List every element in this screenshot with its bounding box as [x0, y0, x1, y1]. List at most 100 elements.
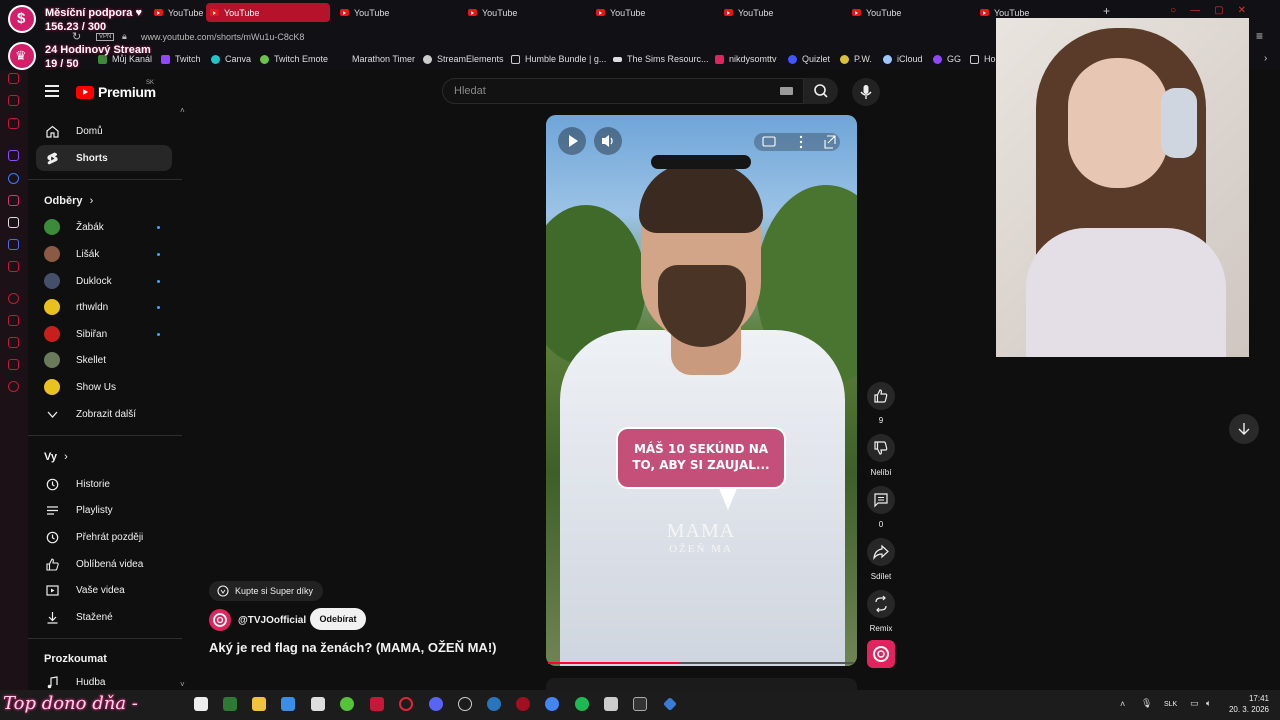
browser-tab[interactable]: YouTube — [720, 3, 773, 22]
sidebar-channel[interactable]: Skellet — [36, 347, 172, 373]
rail-app-icon[interactable] — [8, 293, 19, 304]
sidebar-item-watch-later[interactable]: Přehrát později — [36, 524, 172, 550]
folder-icon[interactable] — [252, 697, 266, 711]
system-clock[interactable]: 17:41 20. 3. 2026 — [1225, 694, 1269, 716]
like-action[interactable]: 9 — [867, 382, 895, 425]
speaker-icon[interactable]: 🔈︎ — [1206, 698, 1211, 709]
next-short-preview[interactable] — [546, 678, 857, 690]
youtube-premium-logo[interactable]: Premium SK — [76, 80, 156, 100]
shorts-video-player[interactable]: MÁŠ 10 SEKÚND NA TO, ABY SI ZAUJAL... MA… — [546, 115, 857, 666]
you-heading[interactable]: Vy › — [44, 451, 68, 463]
bookmark-item[interactable]: P.W. — [840, 54, 872, 64]
bookmark-item[interactable]: Twitch — [161, 54, 201, 64]
discord-icon[interactable] — [8, 239, 19, 250]
bookmarks-more-icon[interactable]: › — [1264, 53, 1267, 64]
file-icon[interactable] — [194, 697, 208, 711]
microphone-icon[interactable]: 🎙︎ — [1141, 698, 1152, 709]
twitch-icon[interactable] — [8, 150, 19, 161]
dislike-action[interactable]: Nelíbí — [867, 434, 895, 477]
bookmark-item[interactable]: The Sims Resourc... — [613, 54, 709, 64]
taskbar-app-icon[interactable] — [458, 697, 472, 711]
volume-button[interactable] — [594, 127, 622, 155]
channel-name[interactable]: @TVJOofficial — [238, 615, 306, 626]
taskbar-app-icon[interactable] — [311, 697, 325, 711]
subscribe-button[interactable]: Odebírat — [310, 608, 366, 630]
browser-tab-active[interactable]: YouTube — [206, 3, 330, 22]
taskbar-app-icon[interactable] — [370, 697, 384, 711]
channel-avatar[interactable] — [209, 609, 231, 631]
taskbar-app-icon[interactable] — [604, 697, 618, 711]
sound-source-button[interactable] — [867, 640, 895, 668]
rail-app-icon[interactable] — [8, 359, 19, 370]
search-tabs-icon[interactable]: ○ — [1170, 5, 1176, 16]
search-box[interactable] — [442, 78, 804, 104]
opera-gx-icon[interactable] — [399, 697, 413, 711]
share-action[interactable]: Sdílet — [867, 538, 895, 581]
bookmark-item[interactable]: iCloud — [883, 54, 923, 64]
minimize-icon[interactable]: — — [1190, 5, 1200, 16]
instagram-icon[interactable] — [8, 195, 19, 206]
sidebar-scroll-down-icon[interactable]: ˅ — [180, 680, 185, 689]
browser-tab[interactable]: YouTube — [464, 3, 517, 22]
spotify-icon[interactable] — [575, 697, 589, 711]
sidebar-scroll-up-icon[interactable]: ˄ — [180, 106, 185, 115]
menu-hamburger-icon[interactable] — [45, 85, 59, 97]
rail-app-icon[interactable] — [8, 73, 19, 84]
remix-button[interactable] — [867, 590, 895, 618]
sidebar-channel[interactable]: Show Us — [36, 374, 172, 400]
voice-search-button[interactable] — [852, 78, 880, 106]
discord-icon[interactable] — [429, 697, 443, 711]
search-input[interactable] — [443, 79, 803, 103]
messenger-icon[interactable] — [8, 173, 19, 184]
youtube-icon[interactable] — [8, 261, 19, 272]
browser-tab[interactable]: YouTube — [150, 3, 203, 22]
rail-app-icon[interactable] — [8, 95, 19, 106]
bookmark-item[interactable]: StreamElements — [423, 54, 504, 64]
settings-gear-icon[interactable] — [8, 381, 19, 392]
bookmark-item[interactable]: Canva — [211, 54, 251, 64]
bookmark-item[interactable]: nikdysomttv — [715, 54, 777, 64]
like-button[interactable] — [867, 382, 895, 410]
sidebar-channel[interactable]: Duklock — [36, 268, 172, 294]
comments-action[interactable]: 0 — [867, 486, 895, 529]
new-tab-plus-icon[interactable]: + — [1103, 4, 1110, 18]
sidebar-channel[interactable]: Lišák — [36, 241, 172, 267]
sidebar-item-liked[interactable]: Oblíbená videa — [36, 551, 172, 577]
browser-tab[interactable]: YouTube — [592, 3, 645, 22]
terminal-icon[interactable] — [633, 697, 647, 711]
sidebar-item-your-videos[interactable]: Vaše videa — [36, 577, 172, 603]
show-more-button[interactable]: Zobrazit další — [36, 401, 172, 427]
bookmark-item[interactable]: Humble Bundle | g... — [511, 54, 606, 64]
super-thanks-button[interactable]: Kupte si Super díky — [209, 581, 324, 601]
browser-tab[interactable]: YouTube — [848, 3, 901, 22]
x-icon[interactable] — [8, 217, 19, 228]
comments-button[interactable] — [867, 486, 895, 514]
next-short-button[interactable] — [1229, 414, 1259, 444]
sidebar-item-downloads[interactable]: Stažené — [36, 604, 172, 630]
maximize-icon[interactable]: ▢ — [1214, 5, 1223, 16]
search-button[interactable] — [804, 78, 838, 104]
dislike-button[interactable] — [867, 434, 895, 462]
browser-tab[interactable]: YouTube — [336, 3, 389, 22]
close-icon[interactable]: ✕ — [1238, 5, 1246, 16]
remix-action[interactable]: Remix — [867, 590, 895, 633]
bookmark-item[interactable]: Ho — [970, 54, 996, 64]
rail-app-icon[interactable] — [8, 315, 19, 326]
sidebar-channel[interactable]: rthwldn — [36, 294, 172, 320]
rail-app-icon[interactable] — [8, 337, 19, 348]
tray-chevron-up-icon[interactable]: ˄ — [1120, 699, 1125, 709]
steam-icon[interactable] — [487, 697, 501, 711]
rail-app-icon[interactable] — [8, 118, 19, 129]
language-indicator[interactable]: SLK — [1164, 701, 1177, 708]
sidebar-channel[interactable]: Sibiřan — [36, 321, 172, 347]
sidebar-channel[interactable]: Žabák — [36, 214, 172, 240]
sidebar-item-playlists[interactable]: Playlisty — [36, 497, 172, 523]
chrome-icon[interactable] — [545, 697, 559, 711]
browser-menu-icon[interactable]: ≡ — [1256, 29, 1263, 43]
bookmark-item[interactable]: Quizlet — [788, 54, 830, 64]
taskbar-app-icon[interactable] — [223, 697, 237, 711]
sidebar-item-home[interactable]: Domů — [36, 118, 172, 144]
url-field[interactable]: www.youtube.com/shorts/mWu1u-C8cK8 — [141, 32, 304, 42]
keyboard-icon[interactable] — [780, 87, 793, 95]
share-button[interactable] — [867, 538, 895, 566]
